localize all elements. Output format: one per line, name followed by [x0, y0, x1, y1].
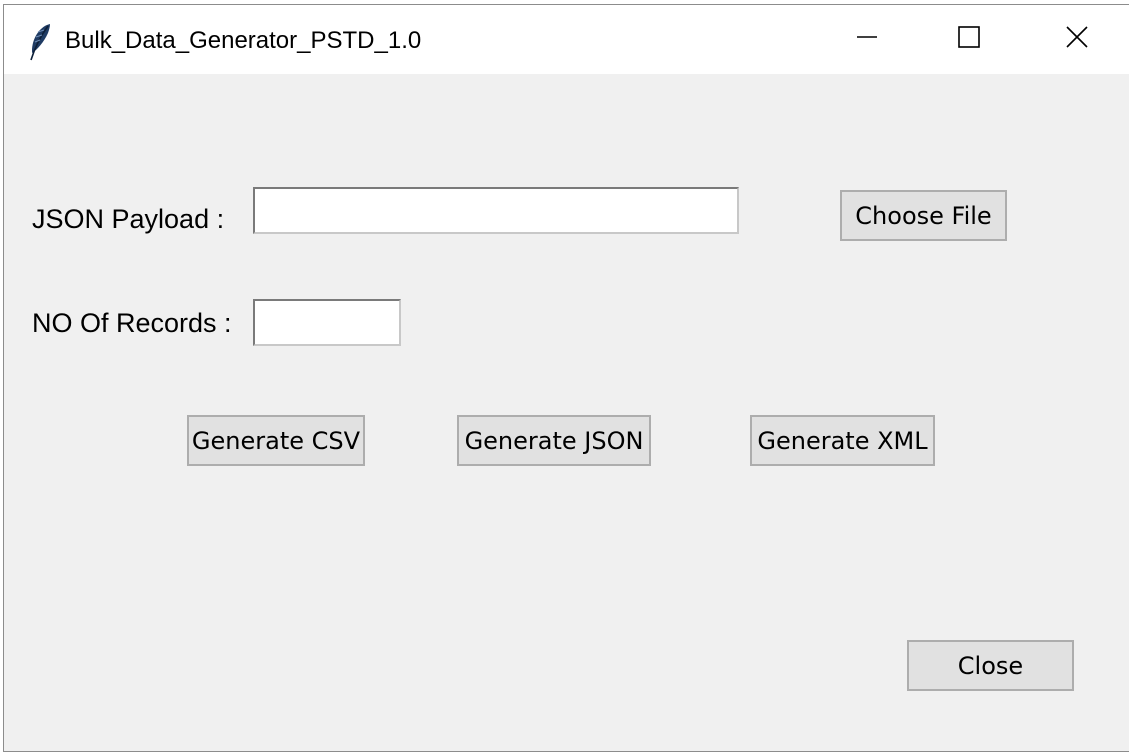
- generate-csv-button[interactable]: Generate CSV: [187, 415, 365, 466]
- generate-xml-button[interactable]: Generate XML: [750, 415, 935, 466]
- records-input[interactable]: [253, 299, 401, 346]
- choose-file-button[interactable]: Choose File: [840, 190, 1007, 241]
- close-window-button[interactable]: [1024, 5, 1129, 74]
- maximize-icon: [958, 26, 980, 53]
- minimize-icon: [856, 26, 878, 53]
- feather-icon: [27, 22, 53, 62]
- close-icon: [1065, 25, 1089, 54]
- records-label: NO Of Records :: [32, 308, 232, 338]
- window-title: Bulk_Data_Generator_PSTD_1.0: [65, 27, 422, 54]
- json-payload-input[interactable]: [253, 187, 739, 234]
- close-button[interactable]: Close: [907, 640, 1074, 691]
- minimize-button[interactable]: [814, 5, 920, 74]
- app-window: Bulk_Data_Generator_PSTD_1.0 JSON Payloa…: [3, 4, 1129, 752]
- json-payload-label: JSON Payload :: [32, 204, 225, 234]
- generate-json-button[interactable]: Generate JSON: [457, 415, 651, 466]
- maximize-button[interactable]: [916, 5, 1022, 74]
- title-bar[interactable]: Bulk_Data_Generator_PSTD_1.0: [4, 5, 1129, 74]
